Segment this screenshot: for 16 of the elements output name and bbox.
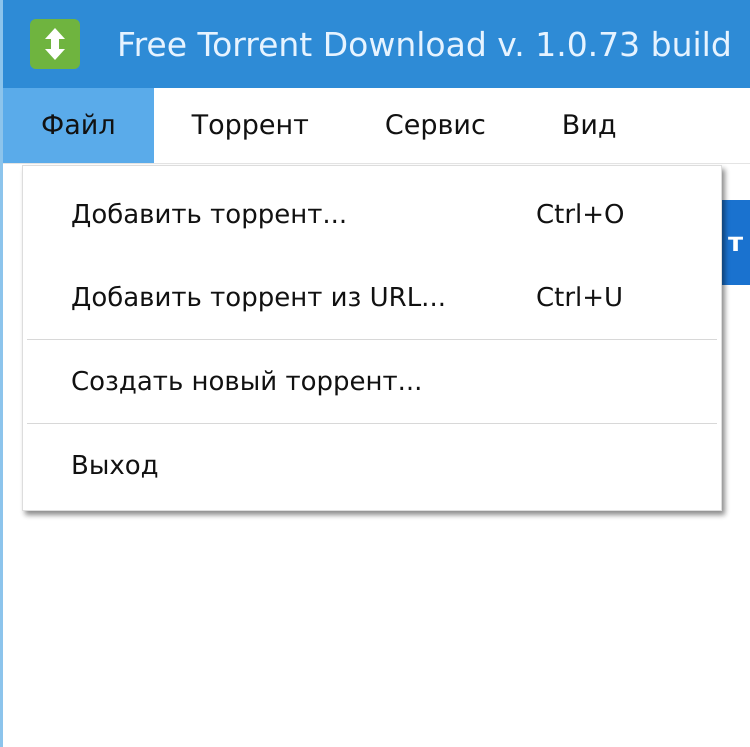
- menu-item[interactable]: Торрент: [154, 88, 347, 163]
- shortcut-text: Ctrl+U: [536, 282, 624, 312]
- menu-item[interactable]: Сервис: [346, 88, 524, 163]
- menu-entry[interactable]: Создать новый торрент...: [23, 340, 721, 423]
- menu-entry-label: Добавить торрент из URL...: [71, 282, 447, 312]
- menu-entry-label: Выход: [71, 450, 160, 480]
- menu-entry[interactable]: Выход: [23, 424, 721, 507]
- window-title: Free Torrent Download v. 1.0.73 build: [117, 24, 732, 64]
- menu-entry-label: Создать новый торрент...: [71, 366, 424, 396]
- shortcut-text: Ctrl+O: [536, 200, 626, 230]
- menu-entry[interactable]: Добавить торрент... Ctrl+O: [23, 173, 721, 256]
- menu-entry-label: Добавить торрент...: [71, 200, 348, 230]
- menu-item[interactable]: Вид: [524, 88, 655, 163]
- menu-item[interactable]: Файл: [3, 88, 154, 163]
- toolbar-button[interactable]: т: [722, 200, 750, 285]
- menu-entry[interactable]: Добавить торрент из URL... Ctrl+U: [23, 256, 721, 339]
